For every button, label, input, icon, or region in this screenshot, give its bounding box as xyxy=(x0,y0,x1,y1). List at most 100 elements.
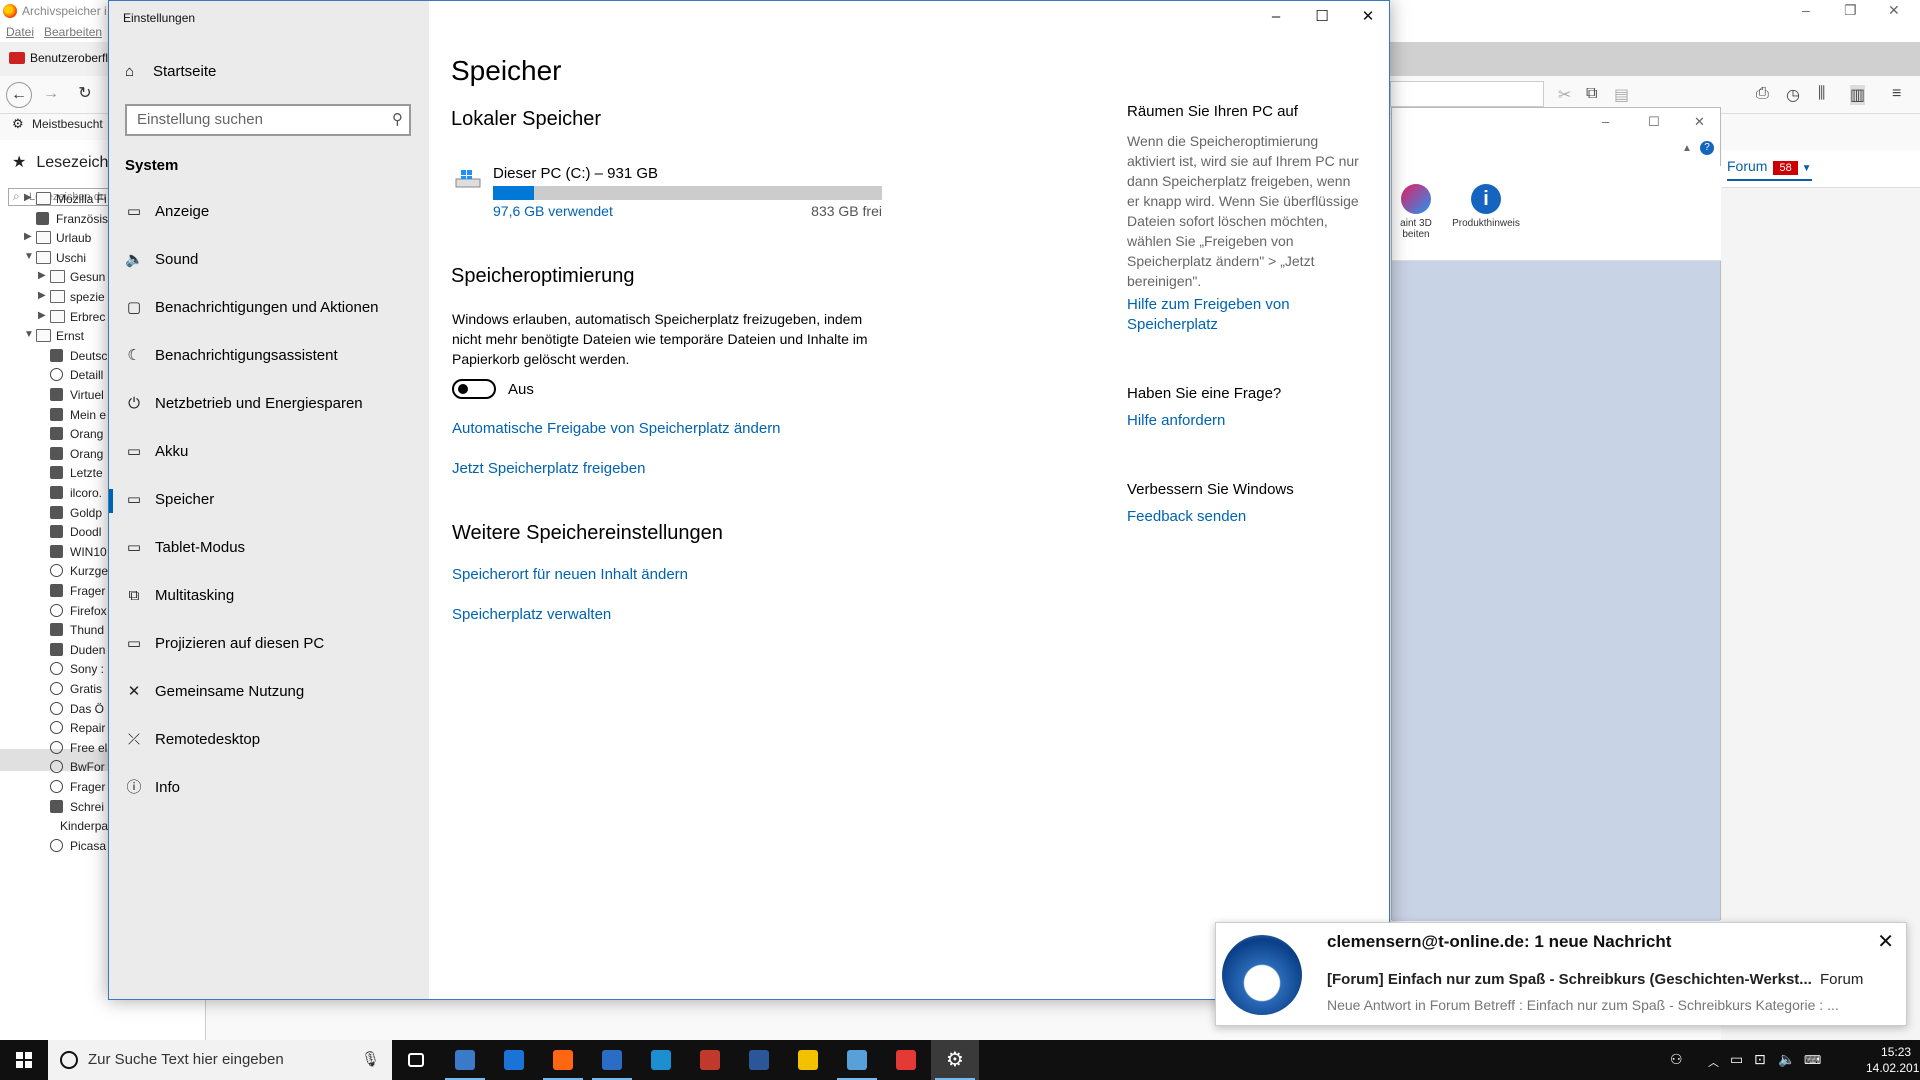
taskbar-app[interactable] xyxy=(392,1040,440,1080)
expand-icon[interactable]: ▶ xyxy=(38,310,46,321)
minimize-icon[interactable]: – xyxy=(1802,2,1810,18)
settings-nav: ⌂ Startseite Einstellung suchen ⚲ System … xyxy=(109,1,429,999)
nav-item-info[interactable]: ⓘ Info xyxy=(109,765,429,813)
taskbar-app[interactable] xyxy=(490,1040,538,1080)
nav-item-storage[interactable]: ▭ Speicher xyxy=(109,477,429,525)
language-icon[interactable]: ⌨ xyxy=(1804,1053,1821,1067)
help-icon[interactable]: ? xyxy=(1700,141,1714,155)
mail-notification[interactable]: clemensern@t-online.de: 1 neue Nachricht… xyxy=(1215,922,1907,1026)
library-icon[interactable]: ⫼ xyxy=(1818,85,1825,103)
toggle-state-label: Aus xyxy=(508,381,534,398)
cut-icon[interactable]: ✂ xyxy=(1558,85,1571,105)
bookmark-label: BwFor xyxy=(70,760,105,775)
taskbar-app[interactable] xyxy=(784,1040,832,1080)
copy-icon[interactable]: ⧉ xyxy=(1586,85,1597,103)
free-now-link[interactable]: Jetzt Speicherplatz freigeben xyxy=(452,460,645,477)
nav-item-shared[interactable]: ✕ Gemeinsame Nutzung xyxy=(109,669,429,717)
clock[interactable]: 15:23 14.02.2019 xyxy=(1866,1044,1920,1076)
settings-search-input[interactable]: Einstellung suchen ⚲ xyxy=(125,104,411,136)
menu-datei[interactable]: Datei xyxy=(6,25,34,39)
close-icon[interactable]: ✕ xyxy=(1694,114,1705,130)
bookmark-meistbesucht[interactable]: Meistbesucht xyxy=(32,117,103,131)
print-icon[interactable]: ⎙ xyxy=(1756,85,1769,103)
expand-icon[interactable]: ▶ xyxy=(38,290,46,301)
forward-icon[interactable]: → xyxy=(38,82,64,108)
maximize-icon[interactable]: ☐ xyxy=(1299,1,1345,33)
volume-icon[interactable]: 🔈 xyxy=(1778,1051,1795,1068)
storage-icon: ▭ xyxy=(126,491,142,508)
paint-canvas[interactable] xyxy=(1392,261,1720,921)
nav-item-project[interactable]: ▭ Projizieren auf diesen PC xyxy=(109,621,429,669)
maximize-icon[interactable]: ☐ xyxy=(1648,114,1660,130)
drive-c[interactable]: Dieser PC (C:) – 931 GB 97,6 GB verwende… xyxy=(451,163,891,223)
nav-item-remote-desktop[interactable]: ⤫ Remotedesktop xyxy=(109,717,429,765)
expand-icon[interactable]: ▶ xyxy=(38,270,46,281)
close-icon[interactable]: ✕ xyxy=(1877,929,1894,954)
history-icon[interactable]: ◷ xyxy=(1786,85,1800,105)
start-button[interactable] xyxy=(0,1040,48,1080)
taskbar-app[interactable] xyxy=(539,1040,587,1080)
minimize-icon[interactable]: – xyxy=(1602,114,1609,129)
taskbar-app[interactable] xyxy=(686,1040,734,1080)
collapse-ribbon-icon[interactable]: ▲ xyxy=(1682,143,1692,154)
clean-help-link[interactable]: Hilfe zum Freigeben von Speicherplatz xyxy=(1127,295,1363,335)
nav-item-label: Remotedesktop xyxy=(155,731,261,748)
sidebar-toggle-icon[interactable]: ▥ xyxy=(1850,85,1866,105)
minimize-icon[interactable]: – xyxy=(1253,1,1299,33)
hamburger-menu-icon[interactable]: ≡ xyxy=(1892,85,1901,103)
nav-item-label: Benachrichtigungen und Aktionen xyxy=(155,299,379,316)
nav-item-battery[interactable]: ▭ Akku xyxy=(109,429,429,477)
taskbar-app[interactable] xyxy=(833,1040,881,1080)
nav-item-multitasking[interactable]: ⧉ Multitasking xyxy=(109,573,429,621)
storage-sense-toggle[interactable] xyxy=(452,379,496,399)
home-link[interactable]: ⌂ Startseite xyxy=(125,63,216,80)
nav-item-notification[interactable]: ▢ Benachrichtigungen und Aktionen xyxy=(109,285,429,333)
nav-item-tablet[interactable]: ▭ Tablet-Modus xyxy=(109,525,429,573)
taskbar-app[interactable] xyxy=(588,1040,636,1080)
reload-icon[interactable]: ↻ xyxy=(72,82,98,108)
battery-icon[interactable]: ▭ xyxy=(1730,1051,1743,1068)
taskbar-search[interactable]: Zur Suche Text hier eingeben 🎙 xyxy=(48,1040,392,1080)
paint3d-button[interactable]: aint 3D beiten xyxy=(1390,184,1442,240)
network-icon[interactable]: ⊡ xyxy=(1754,1051,1766,1068)
taskbar-app[interactable] xyxy=(735,1040,783,1080)
more-settings-heading: Weitere Speichereinstellungen xyxy=(452,522,723,544)
feedback-link[interactable]: Feedback senden xyxy=(1127,507,1363,527)
menu-bearbeiten[interactable]: Bearbeiten xyxy=(44,25,102,39)
favicon-icon xyxy=(50,623,63,637)
collapse-icon[interactable]: ▼ xyxy=(24,251,34,262)
favicon-icon xyxy=(50,642,63,656)
restore-icon[interactable]: ❐ xyxy=(1844,2,1857,19)
collapse-icon[interactable]: ▼ xyxy=(24,329,34,340)
shared-icon: ✕ xyxy=(127,683,141,700)
nav-item-moon[interactable]: ☾ Benachrichtigungsassistent xyxy=(109,333,429,381)
url-field[interactable] xyxy=(1390,81,1544,107)
close-icon[interactable]: ✕ xyxy=(1888,2,1900,19)
nav-item-label: Info xyxy=(155,779,181,796)
taskbar-app[interactable] xyxy=(441,1040,489,1080)
expand-icon[interactable]: ▶ xyxy=(24,192,32,203)
request-help-link[interactable]: Hilfe anfordern xyxy=(1127,411,1363,431)
taskbar-app[interactable]: ⚙ xyxy=(931,1040,979,1080)
nav-item-power[interactable]: ⏻ Netzbetrieb und Energiesparen xyxy=(109,381,429,429)
taskbar-app[interactable] xyxy=(637,1040,685,1080)
nav-item-display[interactable]: ▭ Anzeige xyxy=(109,189,429,237)
close-icon[interactable]: ✕ xyxy=(1345,1,1391,33)
nav-item-speaker[interactable]: 🔈 Sound xyxy=(109,237,429,285)
microphone-icon[interactable]: 🎙 xyxy=(361,1050,380,1068)
change-location-link[interactable]: Speicherort für neuen Inhalt ändern xyxy=(452,566,688,583)
show-hidden-icons-icon[interactable]: ︿ xyxy=(1708,1054,1719,1070)
taskbar-app[interactable] xyxy=(882,1040,930,1080)
auto-free-link[interactable]: Automatische Freigabe von Speicherplatz … xyxy=(452,420,781,437)
firefox-logo-icon xyxy=(3,4,17,18)
expand-icon[interactable]: ▶ xyxy=(24,231,32,242)
bookmark-label: Detaill xyxy=(70,368,104,383)
product-info-button[interactable]: i Produkthinweis xyxy=(1444,184,1528,229)
back-icon[interactable]: ← xyxy=(6,82,32,108)
manage-storage-link[interactable]: Speicherplatz verwalten xyxy=(452,606,611,623)
paste-icon[interactable]: ▤ xyxy=(1614,85,1629,105)
folder-icon xyxy=(50,290,65,303)
bookmark-label: Ernst xyxy=(56,329,85,344)
people-icon[interactable]: ⚇ xyxy=(1670,1051,1683,1068)
forum-tab[interactable]: Forum 58 ▼ xyxy=(1722,150,1920,188)
